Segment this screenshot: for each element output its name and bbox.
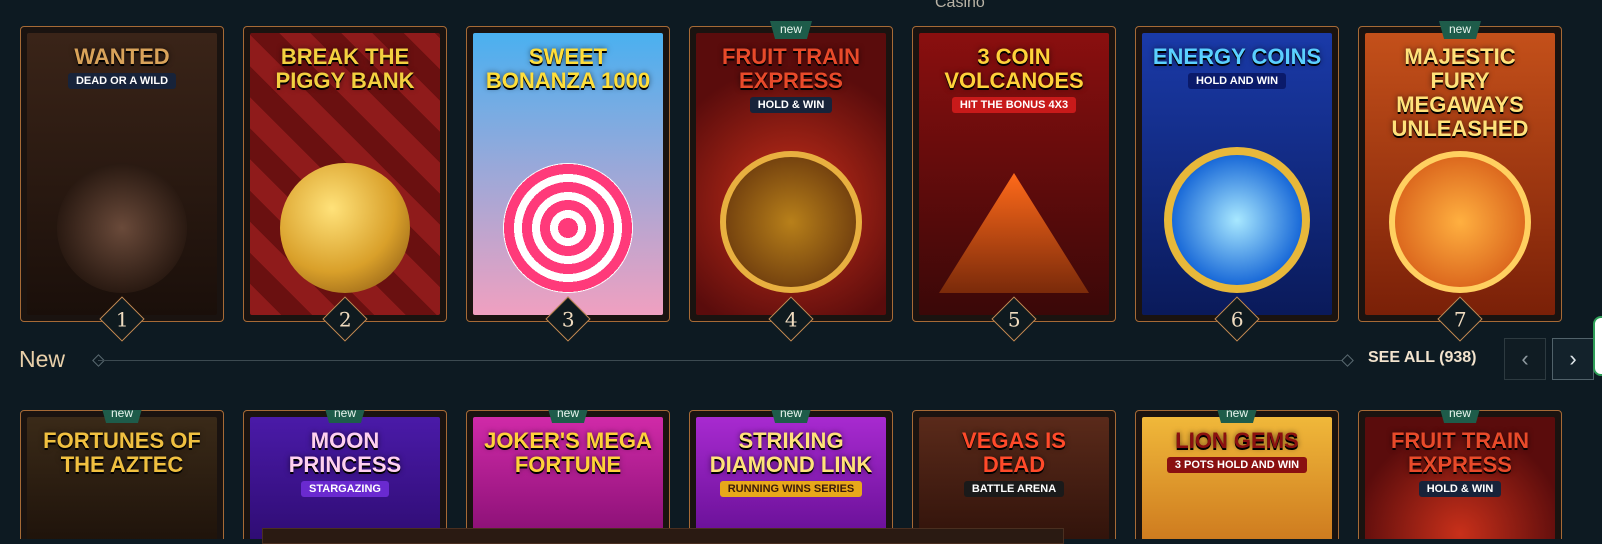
game-thumbnail: Break the Piggy Bank — [250, 33, 440, 315]
game-thumbnail: Energy Coins Hold and Win — [1142, 33, 1332, 315]
lollipop-image — [503, 163, 633, 293]
game-title: Striking Diamond Link — [709, 428, 873, 477]
new-badge: new — [1438, 21, 1482, 39]
game-thumbnail: Sweet Bonanza 1000 — [473, 33, 663, 315]
game-card-6[interactable]: Energy Coins Hold and Win 6 — [1135, 26, 1339, 342]
game-subtitle: Battle Arena — [963, 481, 1065, 497]
game-subtitle: Hold and Win — [1187, 73, 1287, 89]
new-game-card-7[interactable]: new Fruit Train Express Hold & Win — [1358, 410, 1562, 539]
game-title: Fruit Train Express — [721, 44, 861, 93]
game-thumbnail: 3 Coin Volcanoes Hit the Bonus 4x3 — [919, 33, 1109, 315]
piggy-bank-image — [280, 163, 410, 293]
game-title: 3 Coin Volcanoes — [944, 44, 1084, 93]
new-game-card-6[interactable]: new Lion Gems 3 Pots Hold and Win — [1135, 410, 1339, 539]
game-thumbnail: Majestic Fury Megaways Unleashed — [1365, 33, 1555, 315]
lion-coin-image — [1389, 151, 1531, 293]
game-title: Wanted — [74, 44, 170, 69]
game-title: Moon Princess — [288, 428, 402, 477]
category-label: Casino — [935, 0, 985, 11]
game-title: Energy Coins — [1152, 44, 1322, 69]
game-title: Vegas is Dead — [962, 428, 1066, 477]
new-badge: new — [546, 410, 590, 423]
game-card-1[interactable]: Wanted Dead or a Wild 1 — [20, 26, 224, 342]
new-game-card-2[interactable]: new Moon Princess Stargazing — [243, 410, 447, 539]
game-subtitle: Running Wins Series — [719, 481, 863, 497]
game-card-4[interactable]: new Fruit Train Express Hold & Win 4 — [689, 21, 893, 342]
bottom-overlay-panel — [262, 528, 1064, 544]
game-subtitle: Hold & Win — [1418, 481, 1502, 497]
game-subtitle: Hold & Win — [749, 97, 833, 113]
divider-diamond-right — [1341, 354, 1354, 367]
game-title: Fortunes of the Aztec — [43, 428, 201, 477]
new-game-card-3[interactable]: new Joker's Mega Fortune — [466, 410, 670, 539]
game-card-5[interactable]: 3 Coin Volcanoes Hit the Bonus 4x3 5 — [912, 26, 1116, 342]
new-badge: new — [323, 410, 367, 423]
game-thumbnail: Vegas is Dead Battle Arena — [919, 417, 1109, 539]
new-badge: new — [1438, 410, 1482, 423]
new-badge: new — [769, 410, 813, 423]
game-thumbnail: Fruit Train Express Hold & Win — [696, 33, 886, 315]
cowboy-image — [57, 163, 187, 293]
next-button[interactable]: › — [1552, 338, 1594, 380]
volcano-image — [939, 173, 1089, 293]
prev-button[interactable]: ‹ — [1504, 338, 1546, 380]
game-thumbnail: Fortunes of the Aztec — [27, 417, 217, 539]
section-divider — [98, 360, 1348, 361]
game-subtitle: Dead or a Wild — [67, 73, 177, 89]
chevron-left-icon: ‹ — [1521, 346, 1529, 371]
top-games-row: Wanted Dead or a Wild 1 Break the Piggy … — [0, 21, 1602, 342]
new-game-card-4[interactable]: new Striking Diamond Link Running Wins S… — [689, 410, 893, 539]
new-game-card-1[interactable]: new Fortunes of the Aztec — [20, 410, 224, 539]
game-title: Fruit Train Express — [1390, 428, 1530, 477]
game-thumbnail: Lion Gems 3 Pots Hold and Win — [1142, 417, 1332, 539]
train-image — [720, 151, 862, 293]
game-thumbnail: Fruit Train Express Hold & Win — [1365, 417, 1555, 539]
game-thumbnail: Wanted Dead or a Wild — [27, 33, 217, 315]
game-subtitle: Stargazing — [301, 481, 389, 497]
new-badge: new — [769, 21, 813, 39]
game-thumbnail: Moon Princess Stargazing — [250, 417, 440, 539]
new-section-header: New SEE ALL (938) ‹ › — [0, 338, 1602, 382]
game-subtitle: 3 Pots Hold and Win — [1166, 457, 1308, 473]
section-title: New — [19, 346, 66, 372]
game-subtitle: Hit the Bonus 4x3 — [951, 97, 1077, 113]
game-title: Majestic Fury Megaways Unleashed — [1391, 44, 1529, 141]
energy-orb-image — [1164, 147, 1310, 293]
new-games-row: new Fortunes of the Aztec new Moon Princ… — [0, 410, 1602, 539]
game-title: Break the Piggy Bank — [275, 44, 415, 93]
new-game-card-5[interactable]: Vegas is Dead Battle Arena — [912, 410, 1116, 539]
game-title: Joker's Mega Fortune — [484, 428, 652, 477]
game-thumbnail: Striking Diamond Link Running Wins Serie… — [696, 417, 886, 539]
chevron-right-icon: › — [1569, 346, 1577, 371]
game-card-3[interactable]: Sweet Bonanza 1000 3 — [466, 26, 670, 342]
game-card-7[interactable]: new Majestic Fury Megaways Unleashed 7 — [1358, 21, 1562, 342]
game-thumbnail: Joker's Mega Fortune — [473, 417, 663, 539]
see-all-link[interactable]: SEE ALL (938) — [1368, 349, 1476, 367]
chat-widget-tab[interactable] — [1593, 316, 1602, 376]
game-card-2[interactable]: Break the Piggy Bank 2 — [243, 26, 447, 342]
game-title: Lion Gems — [1175, 428, 1299, 453]
new-badge: new — [1215, 410, 1259, 423]
game-title: Sweet Bonanza 1000 — [485, 44, 651, 93]
new-badge: new — [100, 410, 144, 423]
